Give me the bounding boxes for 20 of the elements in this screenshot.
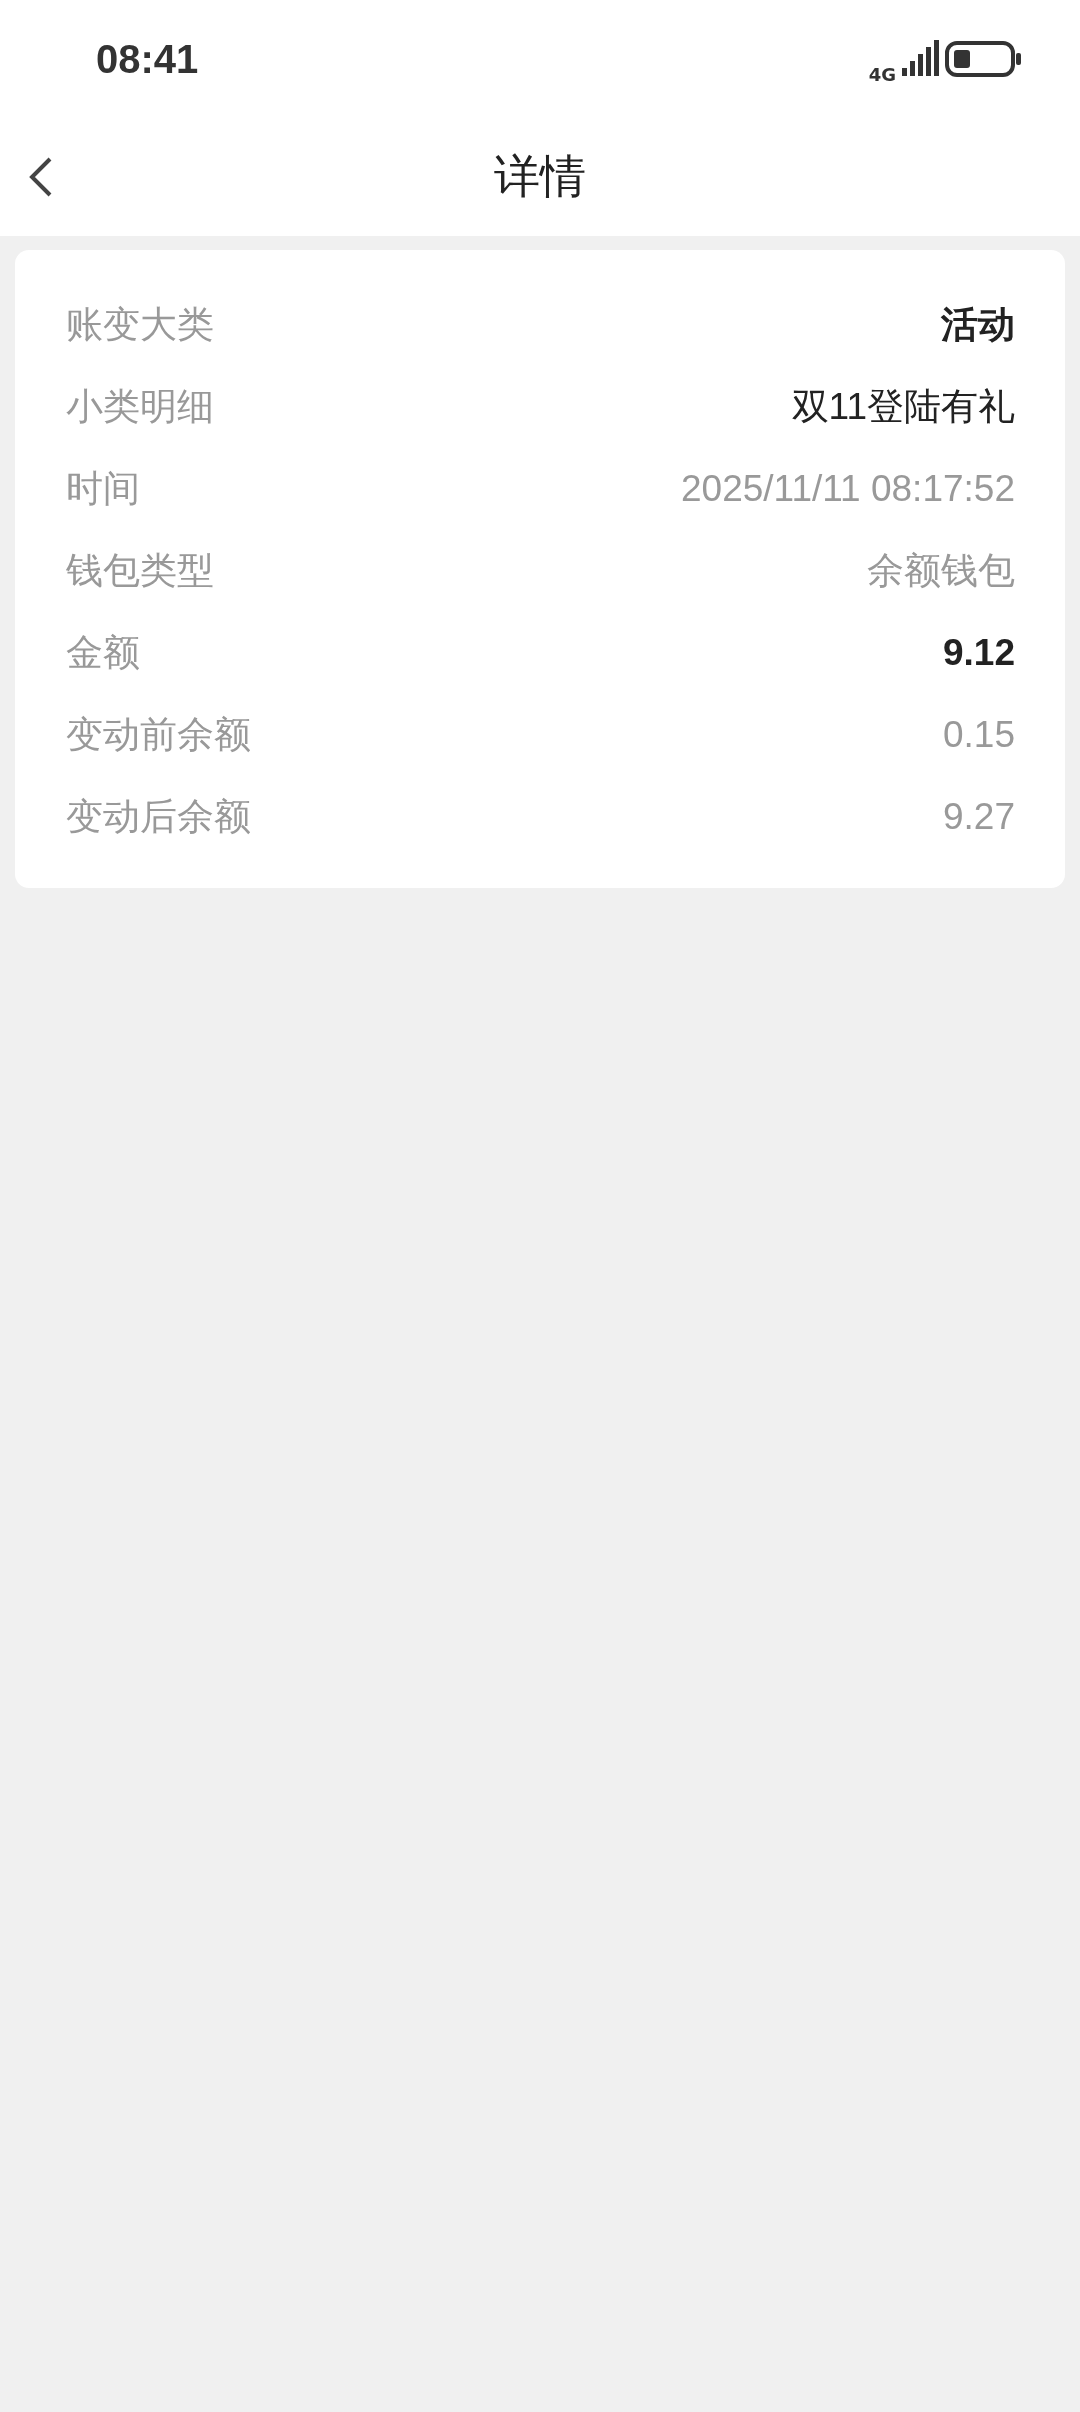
detail-label: 钱包类型 [66,548,214,594]
detail-label: 金额 [66,630,140,676]
detail-value: 双11登陆有礼 [791,385,1015,429]
detail-label: 变动后余额 [66,794,251,840]
detail-value: 活动 [941,303,1015,347]
signal-icon [900,40,940,78]
detail-value: 2025/11/11 08:17:52 [681,468,1015,510]
detail-value: 0.15 [943,714,1015,756]
network-label: 4G [868,63,896,85]
detail-value: 9.12 [943,632,1015,674]
page-title: 详情 [494,148,586,205]
battery-icon [944,40,1022,78]
detail-label: 变动前余额 [66,712,251,758]
back-icon[interactable] [28,156,54,198]
detail-value: 9.27 [943,796,1015,838]
detail-label: 小类明细 [66,384,214,430]
status-time: 08:41 [96,36,199,82]
detail-value: 余额钱包 [867,549,1015,593]
detail-label: 账变大类 [66,302,214,348]
detail-label: 时间 [66,466,140,512]
